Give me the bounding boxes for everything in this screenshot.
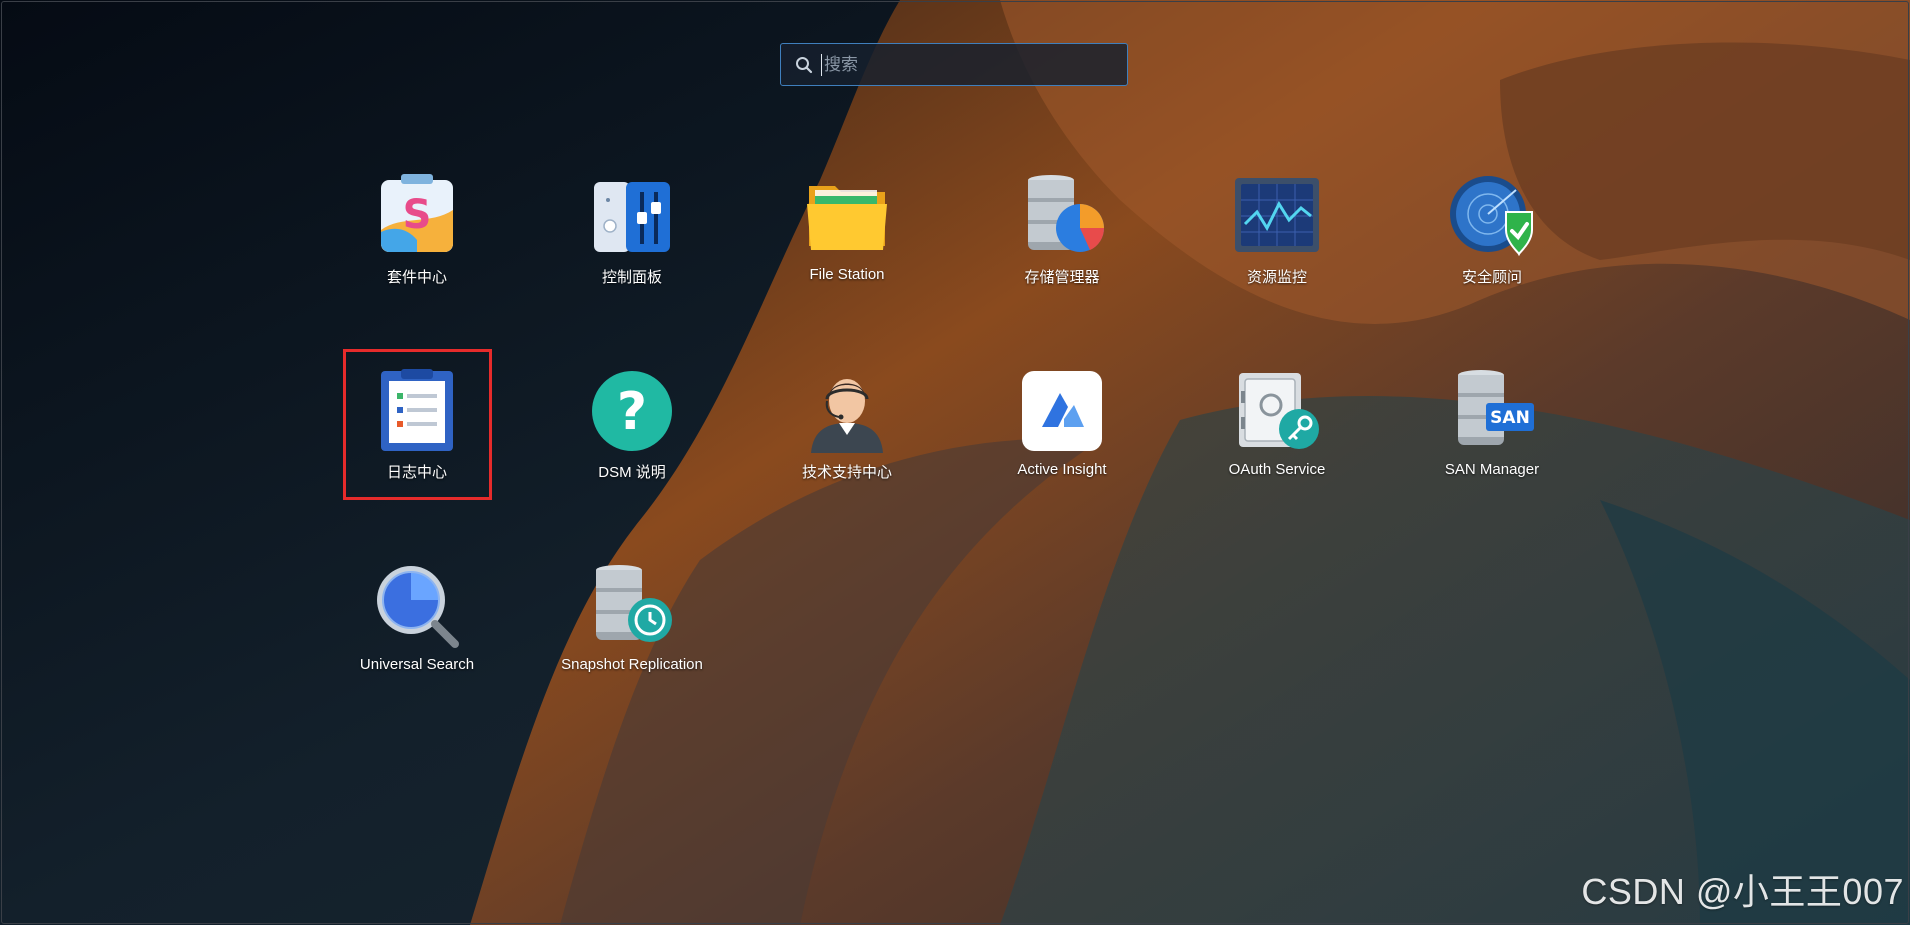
app-label: DSM 说明 bbox=[598, 464, 666, 481]
app-label: Snapshot Replication bbox=[561, 656, 703, 673]
app-label: 技术支持中心 bbox=[801, 464, 892, 481]
app-label: 资源监控 bbox=[1246, 269, 1307, 286]
log-center-icon bbox=[381, 369, 453, 451]
app-universal-search[interactable]: Universal Search bbox=[332, 560, 502, 680]
control-panel-icon bbox=[594, 182, 670, 252]
resource-monitor-icon bbox=[1235, 178, 1319, 252]
san-badge-text: SAN bbox=[1490, 408, 1530, 428]
dsm-help-icon: ? bbox=[592, 371, 672, 451]
app-support-center[interactable]: 技术支持中心 bbox=[762, 365, 932, 485]
support-center-icon bbox=[811, 379, 883, 453]
san-manager-icon: SAN bbox=[1458, 370, 1534, 445]
app-label: 日志中心 bbox=[386, 464, 447, 481]
app-label: File Station bbox=[809, 266, 885, 283]
app-dsm-help[interactable]: ? DSM 说明 bbox=[547, 365, 717, 485]
app-label: SAN Manager bbox=[1444, 461, 1540, 478]
package-center-icon: S bbox=[381, 174, 453, 252]
app-label: 套件中心 bbox=[386, 269, 447, 286]
app-control-panel[interactable]: 控制面板 bbox=[547, 170, 717, 290]
app-label: Universal Search bbox=[359, 656, 475, 673]
app-log-center[interactable]: 日志中心 bbox=[332, 365, 502, 485]
app-label: Active Insight bbox=[1017, 461, 1107, 478]
app-snapshot-replication[interactable]: Snapshot Replication bbox=[547, 560, 717, 680]
app-resource-monitor[interactable]: 资源监控 bbox=[1192, 170, 1362, 290]
search-box[interactable] bbox=[780, 43, 1128, 86]
app-package-center[interactable]: S 套件中心 bbox=[332, 170, 502, 290]
search-icon bbox=[796, 56, 813, 73]
app-label: OAuth Service bbox=[1228, 461, 1326, 478]
file-station-icon bbox=[807, 186, 887, 250]
security-advisor-icon bbox=[1450, 176, 1533, 257]
svg-text:S: S bbox=[403, 192, 432, 238]
oauth-service-icon bbox=[1239, 373, 1319, 449]
app-label: 存储管理器 bbox=[1024, 269, 1100, 286]
universal-search-icon bbox=[377, 566, 459, 648]
snapshot-replication-icon bbox=[596, 565, 672, 642]
app-storage-manager[interactable]: 存储管理器 bbox=[977, 170, 1147, 290]
desktop-wallpaper bbox=[0, 0, 1910, 925]
app-oauth-service[interactable]: OAuth Service bbox=[1192, 365, 1362, 485]
search-input[interactable] bbox=[821, 53, 1127, 76]
app-active-insight[interactable]: Active Insight bbox=[977, 365, 1147, 485]
svg-text:?: ? bbox=[617, 382, 647, 442]
watermark: CSDN @小王王007 bbox=[1581, 871, 1904, 912]
app-label: 安全顾问 bbox=[1461, 269, 1522, 286]
app-san-manager[interactable]: SAN SAN Manager bbox=[1407, 365, 1577, 485]
app-label: 控制面板 bbox=[601, 269, 662, 286]
storage-manager-icon bbox=[1028, 175, 1105, 252]
app-security-advisor[interactable]: 安全顾问 bbox=[1407, 170, 1577, 290]
app-file-station[interactable]: File Station bbox=[762, 170, 932, 290]
active-insight-icon bbox=[1022, 371, 1102, 451]
